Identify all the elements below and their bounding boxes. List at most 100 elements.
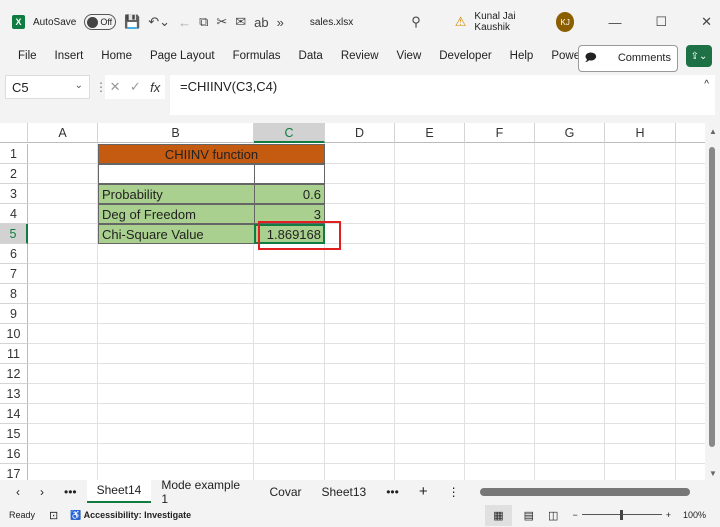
- row-header-17[interactable]: 17: [0, 464, 28, 480]
- zoom-slider[interactable]: [581, 510, 662, 520]
- more-icon[interactable]: »: [277, 15, 284, 30]
- insert-function-icon[interactable]: fx: [150, 80, 160, 95]
- accessibility-status[interactable]: ♿ Accessibility: Investigate: [70, 510, 191, 521]
- ribbon-menu: File Insert Home Page Layout Formulas Da…: [0, 44, 720, 72]
- enter-icon[interactable]: ✓: [130, 79, 141, 95]
- select-all-corner[interactable]: [0, 123, 28, 143]
- zoom-in-icon[interactable]: +: [666, 510, 671, 520]
- share-button[interactable]: ⇪⌄: [686, 45, 712, 67]
- cell-B4[interactable]: Deg of Freedom: [98, 204, 255, 224]
- row-header-16[interactable]: 16: [0, 444, 28, 464]
- column-header-E[interactable]: E: [395, 123, 465, 143]
- cell-C3[interactable]: 0.6: [254, 184, 325, 204]
- row-header-13[interactable]: 13: [0, 384, 28, 404]
- cancel-icon[interactable]: ✕: [110, 79, 121, 95]
- tab-mode-example-1[interactable]: Mode example 1: [151, 478, 259, 506]
- cut-icon[interactable]: ✂: [216, 14, 227, 30]
- column-header-C[interactable]: C: [254, 123, 325, 143]
- tab-covar[interactable]: Covar: [259, 485, 311, 499]
- row-header-3[interactable]: 3: [0, 184, 28, 204]
- menu-help[interactable]: Help: [510, 50, 534, 62]
- column-header-H[interactable]: H: [605, 123, 676, 143]
- cell-B2[interactable]: [98, 164, 255, 184]
- highlight-box: [258, 221, 341, 250]
- row-header-2[interactable]: 2: [0, 164, 28, 184]
- cell-B1-title[interactable]: CHIINV function: [98, 144, 325, 164]
- mail-icon[interactable]: ✉: [235, 14, 246, 30]
- save-icon[interactable]: 💾: [124, 14, 140, 30]
- row-header-6[interactable]: 6: [0, 244, 28, 264]
- column-header-A[interactable]: A: [28, 123, 98, 143]
- tab-sheet13[interactable]: Sheet13: [312, 485, 377, 499]
- normal-view-icon[interactable]: ▦: [485, 504, 512, 526]
- column-header-D[interactable]: D: [325, 123, 395, 143]
- formula-bar: C5 ⌄ ⋮ ✕ ✓ fx =CHIINV(C3,C4) ^: [0, 72, 720, 116]
- formula-text: =CHIINV(C3,C4): [180, 79, 278, 94]
- maximize-icon[interactable]: ☐: [655, 14, 667, 30]
- chevron-down-icon[interactable]: ⌄: [75, 80, 83, 91]
- excel-logo-icon: X: [12, 15, 25, 29]
- menu-formulas[interactable]: Formulas: [233, 50, 281, 62]
- autosave-state: Off: [100, 17, 113, 27]
- add-sheet-icon[interactable]: +: [409, 483, 438, 500]
- undo-icon[interactable]: ↶⌄: [148, 14, 170, 30]
- column-header-B[interactable]: B: [98, 123, 254, 143]
- column-header-F[interactable]: F: [465, 123, 535, 143]
- prev-sheet-icon[interactable]: ‹: [0, 485, 30, 499]
- collapse-icon[interactable]: ^: [704, 79, 709, 90]
- row-header-1[interactable]: 1: [0, 144, 28, 164]
- row-header-15[interactable]: 15: [0, 424, 28, 444]
- macro-icon[interactable]: ⊡: [49, 509, 58, 522]
- menu-data[interactable]: Data: [299, 50, 323, 62]
- minimize-icon[interactable]: —: [608, 15, 621, 30]
- row-header-9[interactable]: 9: [0, 304, 28, 324]
- cell-C2[interactable]: [254, 164, 325, 184]
- comments-label: Comments: [617, 52, 671, 64]
- row-header-7[interactable]: 7: [0, 264, 28, 284]
- filename[interactable]: sales.xlsx: [310, 17, 353, 28]
- menu-insert[interactable]: Insert: [55, 50, 84, 62]
- autosave-toggle[interactable]: Off: [84, 14, 117, 30]
- more-sheets-icon[interactable]: •••: [54, 485, 87, 499]
- column-header-G[interactable]: G: [535, 123, 605, 143]
- zoom-out-icon[interactable]: −: [572, 510, 577, 520]
- spelling-icon[interactable]: ab: [254, 15, 268, 30]
- menu-developer[interactable]: Developer: [439, 50, 491, 62]
- tab-sheet14[interactable]: Sheet14: [86, 480, 152, 503]
- close-icon[interactable]: ✕: [701, 14, 712, 30]
- formula-input[interactable]: =CHIINV(C3,C4) ^: [170, 75, 715, 115]
- name-box[interactable]: C5 ⌄: [5, 75, 90, 99]
- redo-icon[interactable]: ←: [178, 15, 191, 30]
- menu-review[interactable]: Review: [341, 50, 379, 62]
- accessibility-label: Accessibility: Investigate: [83, 509, 192, 520]
- next-sheet-icon[interactable]: ›: [30, 485, 54, 499]
- menu-view[interactable]: View: [397, 50, 422, 62]
- row-header-4[interactable]: 4: [0, 204, 28, 224]
- row-header-10[interactable]: 10: [0, 324, 28, 344]
- cell-B5[interactable]: Chi-Square Value: [98, 224, 255, 244]
- copy-icon[interactable]: ⧉: [199, 14, 208, 30]
- row-header-5[interactable]: 5: [0, 224, 28, 244]
- zoom-level[interactable]: 100%: [683, 510, 706, 520]
- menu-page-layout[interactable]: Page Layout: [150, 50, 215, 62]
- horizontal-scrollbar[interactable]: [472, 487, 720, 497]
- row-header-8[interactable]: 8: [0, 284, 28, 304]
- menu-home[interactable]: Home: [101, 50, 132, 62]
- warning-icon: ⚠: [454, 14, 467, 29]
- search-icon[interactable]: ⚲: [411, 14, 421, 30]
- column-gridline: [604, 143, 605, 480]
- column-header-extra[interactable]: [676, 123, 705, 143]
- more-tabs-icon[interactable]: •••: [376, 485, 409, 499]
- menu-file[interactable]: File: [18, 50, 37, 62]
- avatar[interactable]: KJ: [555, 12, 575, 32]
- row-header-12[interactable]: 12: [0, 364, 28, 384]
- cell-B3[interactable]: Probability: [98, 184, 255, 204]
- vertical-scrollbar[interactable]: ▲ ▼: [705, 123, 720, 480]
- page-layout-view-icon[interactable]: ▤: [524, 509, 534, 522]
- spreadsheet-grid[interactable]: A B C D E F G H 1 2 3 4 5 6 7 8 9 10 11 12 13 14 15 16 17 CHIINV …: [0, 123, 705, 480]
- row-header-14[interactable]: 14: [0, 404, 28, 424]
- splitter-icon[interactable]: ⋮: [438, 485, 470, 499]
- row-header-11[interactable]: 11: [0, 344, 28, 364]
- comments-button[interactable]: 🗩 Comments: [577, 45, 678, 72]
- page-break-view-icon[interactable]: ◫: [548, 509, 558, 522]
